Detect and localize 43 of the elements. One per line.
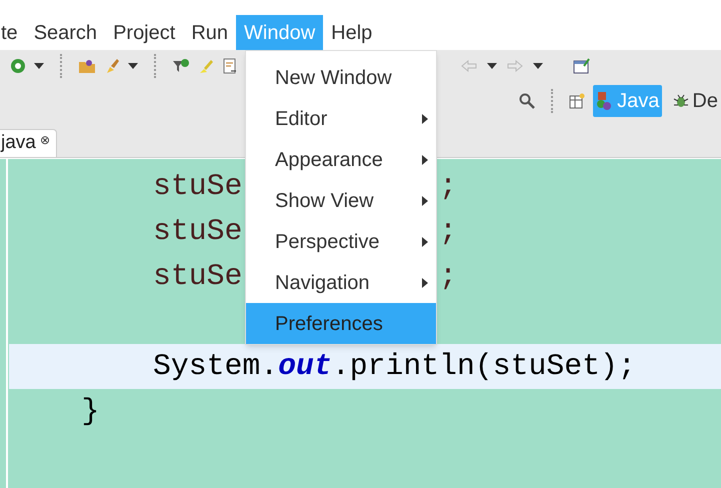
dropdown-caret-icon[interactable] [128, 63, 138, 69]
dropdown-caret-icon[interactable] [34, 63, 44, 69]
code-text: System. [153, 348, 278, 386]
submenu-arrow-icon [422, 196, 428, 206]
code-text: ; [439, 258, 457, 296]
menu-bar-item[interactable]: Project [105, 15, 184, 50]
menu-item[interactable]: Show View [246, 180, 436, 221]
perspective-button[interactable]: De [670, 85, 721, 117]
code-text: ; [439, 213, 457, 250]
menu-item[interactable]: Appearance [246, 139, 436, 180]
menu-bar-item[interactable]: Help [323, 15, 380, 50]
code-text: out [278, 348, 332, 386]
code-text: stuSe [153, 258, 242, 296]
folder-icon[interactable] [78, 58, 96, 74]
document-icon[interactable] [222, 58, 238, 74]
open-perspective-icon[interactable] [569, 93, 586, 109]
code-text: ; [439, 168, 457, 206]
window-pin-icon[interactable] [573, 58, 591, 74]
submenu-arrow-icon [422, 154, 428, 164]
menu-item[interactable]: Preferences [246, 303, 436, 344]
submenu-arrow-icon [422, 236, 428, 246]
run-icon[interactable] [10, 58, 26, 74]
dropdown-caret-icon[interactable] [487, 63, 497, 69]
menu-bar-item[interactable]: Search [26, 15, 106, 50]
filter-icon[interactable] [172, 58, 190, 74]
menu-item[interactable]: New Window [246, 57, 436, 98]
search-icon[interactable] [519, 93, 536, 109]
submenu-arrow-icon [422, 278, 428, 288]
menu-bar-item[interactable]: Run [183, 15, 236, 50]
menu-bar-item[interactable]: te [0, 15, 26, 50]
dropdown-caret-icon[interactable] [533, 63, 543, 69]
menu-item[interactable]: Perspective [246, 221, 436, 262]
submenu-arrow-icon [422, 114, 428, 124]
bug-icon [673, 93, 690, 109]
code-text: } [81, 393, 100, 430]
code-text: stuSe [153, 213, 242, 250]
editor-tab[interactable]: java ⊗ [0, 129, 57, 157]
code-text: stuSe [153, 168, 242, 206]
menu-item[interactable]: Editor [246, 98, 436, 139]
close-icon[interactable]: ⊗ [40, 130, 50, 148]
menu-item[interactable]: Navigation [246, 262, 436, 303]
brush-icon[interactable] [104, 58, 120, 74]
code-text: .println(stuSet); [332, 348, 636, 386]
